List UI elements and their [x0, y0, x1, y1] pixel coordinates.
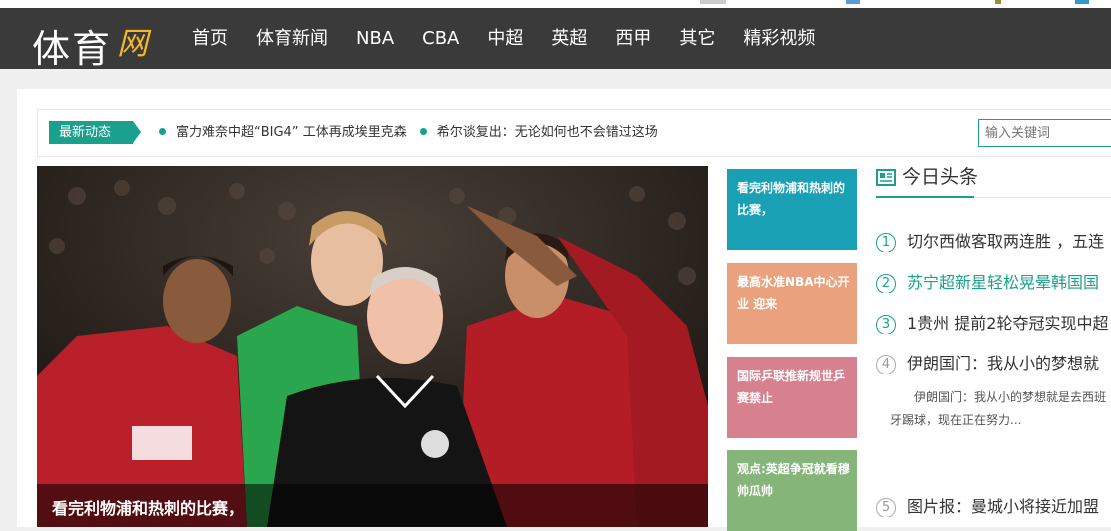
headline-text: 苏宁超新星轻松晃晕韩国国 [907, 273, 1100, 292]
headline-text: 图片报：曼城小将接近加盟 [907, 497, 1100, 516]
headline-item[interactable]: 4 伊朗国门：我从小的梦想就 [876, 350, 1111, 374]
ticker-item[interactable]: 希尔谈复出：无论如何也不会错过这场 [419, 110, 658, 156]
headline-summary: 伊朗国门：我从小的梦想就是去西班牙踢球，现在正在努力... [890, 390, 1107, 427]
headline-item[interactable]: 3 1贵州 提前2轮夺冠实现中超 [876, 310, 1111, 334]
nav-item-cba[interactable]: CBA [408, 8, 473, 69]
main-content: 最新动态 富力难奈中超“BIG4” 工体再成埃里克森 希尔谈复出：无论如何也不会… [17, 89, 1111, 531]
bullet-dot-icon [159, 128, 166, 135]
headline-text: 切尔西做客取两连胜 ，五连 [907, 232, 1105, 251]
ticker-list: 富力难奈中超“BIG4” 工体再成埃里克森 希尔谈复出：无论如何也不会错过这场 [159, 110, 671, 156]
headline-item[interactable]: 1 切尔西做客取两连胜 ，五连 [876, 228, 1111, 252]
logo-main-text: 体育 [32, 27, 113, 71]
news-tile-text: 国际乒联推新规世乒赛禁止 [737, 369, 846, 405]
news-tile[interactable]: 看完利物浦和热刺的比赛， [727, 169, 857, 250]
hero-photo [37, 166, 708, 527]
headline-item[interactable]: 2 苏宁超新星轻松晃晕韩国国 [876, 269, 1111, 293]
number-circle-icon: 1 [876, 233, 896, 252]
nav-item-home[interactable]: 首页 [178, 8, 242, 69]
top-navbar: 体育 网 首页 体育新闻 NBA CBA 中超 英超 西甲 其它 精彩视频 [0, 8, 1111, 71]
newspaper-icon [876, 169, 896, 186]
hero-caption[interactable]: 看完利物浦和热刺的比赛， [52, 495, 244, 519]
ticker-item[interactable]: 富力难奈中超“BIG4” 工体再成埃里克森 [159, 110, 407, 156]
headline-item[interactable]: 5 图片报：曼城小将接近加盟 [876, 493, 1111, 517]
logo-sub-text: 网 [117, 26, 148, 62]
news-ticker: 最新动态 富力难奈中超“BIG4” 工体再成埃里克森 希尔谈复出：无论如何也不会… [37, 109, 1111, 157]
nav-item-csl[interactable]: 中超 [473, 8, 537, 69]
number-circle-icon: 3 [876, 315, 896, 334]
nav-item-others[interactable]: 其它 [665, 8, 729, 69]
nav-item-nba[interactable]: NBA [342, 8, 408, 69]
today-headlines: 今日头条 1 切尔西做客取两连胜 ，五连 2 苏宁超新星轻松晃晕韩国国 3 1贵州 提… [876, 163, 1111, 527]
headlines-title: 今日头条 [902, 166, 979, 188]
news-tile[interactable]: 国际乒联推新规世乒赛禁止 [727, 357, 857, 438]
news-tile[interactable]: 最高水准NBA中心开业 迎来 [727, 263, 857, 344]
browser-top-strip [0, 0, 1111, 8]
ticker-badge: 最新动态 [49, 121, 141, 144]
main-nav: 首页 体育新闻 NBA CBA 中超 英超 西甲 其它 精彩视频 [178, 8, 829, 69]
news-tile[interactable]: 观点:英超争冠就看穆帅瓜帅 [727, 450, 857, 531]
headline-text: 伊朗国门：我从小的梦想就 [907, 354, 1100, 373]
nav-item-epl[interactable]: 英超 [537, 8, 601, 69]
hero-caption-bar: 看完利物浦和热刺的比赛， [37, 484, 708, 527]
hero-slideshow[interactable]: 看完利物浦和热刺的比赛， [37, 166, 708, 527]
nav-item-laliga[interactable]: 西甲 [601, 8, 665, 69]
headlines-header: 今日头条 [876, 163, 1111, 197]
news-tile-text: 看完利物浦和热刺的比赛， [737, 181, 846, 217]
number-circle-icon: 5 [876, 498, 896, 517]
nav-item-sports-news[interactable]: 体育新闻 [242, 8, 342, 69]
nav-item-videos[interactable]: 精彩视频 [729, 8, 829, 69]
number-circle-icon: 4 [876, 355, 896, 374]
number-circle-icon: 2 [876, 274, 896, 293]
bullet-dot-icon [419, 128, 427, 135]
news-tile-text: 最高水准NBA中心开业 迎来 [737, 275, 850, 311]
divider-accent [876, 196, 974, 198]
news-tile-text: 观点:英超争冠就看穆帅瓜帅 [737, 462, 850, 498]
ticker-item-text: 富力难奈中超“BIG4” 工体再成埃里克森 [176, 125, 407, 140]
search-input[interactable] [978, 119, 1111, 147]
ticker-item-text: 希尔谈复出：无论如何也不会错过这场 [436, 125, 658, 140]
headline-text: 1贵州 提前2轮夺冠实现中超 [907, 314, 1109, 333]
